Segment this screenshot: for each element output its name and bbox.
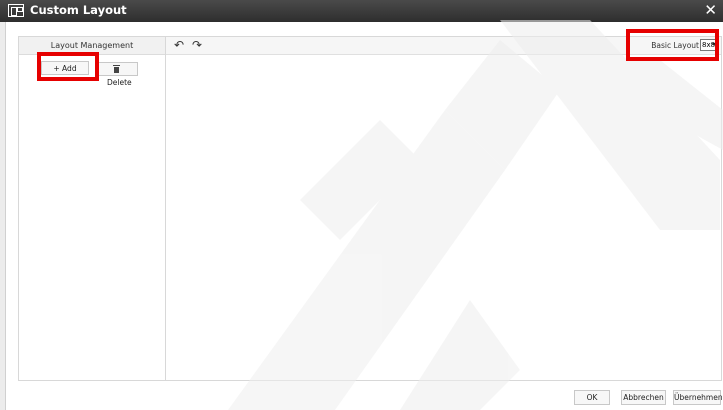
window-title: Custom Layout	[30, 3, 127, 17]
delete-label: Delete	[107, 78, 132, 87]
apply-button[interactable]: Übernehmen	[673, 390, 723, 405]
layout-management-panel: Layout Management + Add Delete	[19, 37, 166, 380]
window-edge	[0, 22, 6, 410]
title-bar: Custom Layout ✕	[0, 0, 723, 22]
editor-toolbar: ↶ ↷ Basic Layout 8x8	[166, 37, 721, 55]
add-button[interactable]: + Add	[41, 61, 89, 75]
delete-button[interactable]: Delete	[98, 62, 138, 87]
close-icon[interactable]: ✕	[704, 1, 717, 19]
layout-icon	[8, 4, 24, 17]
basic-layout-select[interactable]: 8x8	[700, 39, 718, 51]
layout-management-header: Layout Management	[19, 37, 165, 55]
redo-icon[interactable]: ↷	[192, 38, 202, 52]
ok-button[interactable]: OK	[574, 390, 610, 405]
cancel-button[interactable]: Abbrechen	[621, 390, 666, 405]
chevron-down-icon	[712, 43, 716, 46]
undo-icon[interactable]: ↶	[174, 38, 184, 52]
layout-editor-panel: Layout Management + Add Delete ↶ ↷ Basic…	[18, 36, 722, 381]
basic-layout-label: Basic Layout	[651, 41, 699, 50]
trash-icon	[113, 65, 120, 73]
